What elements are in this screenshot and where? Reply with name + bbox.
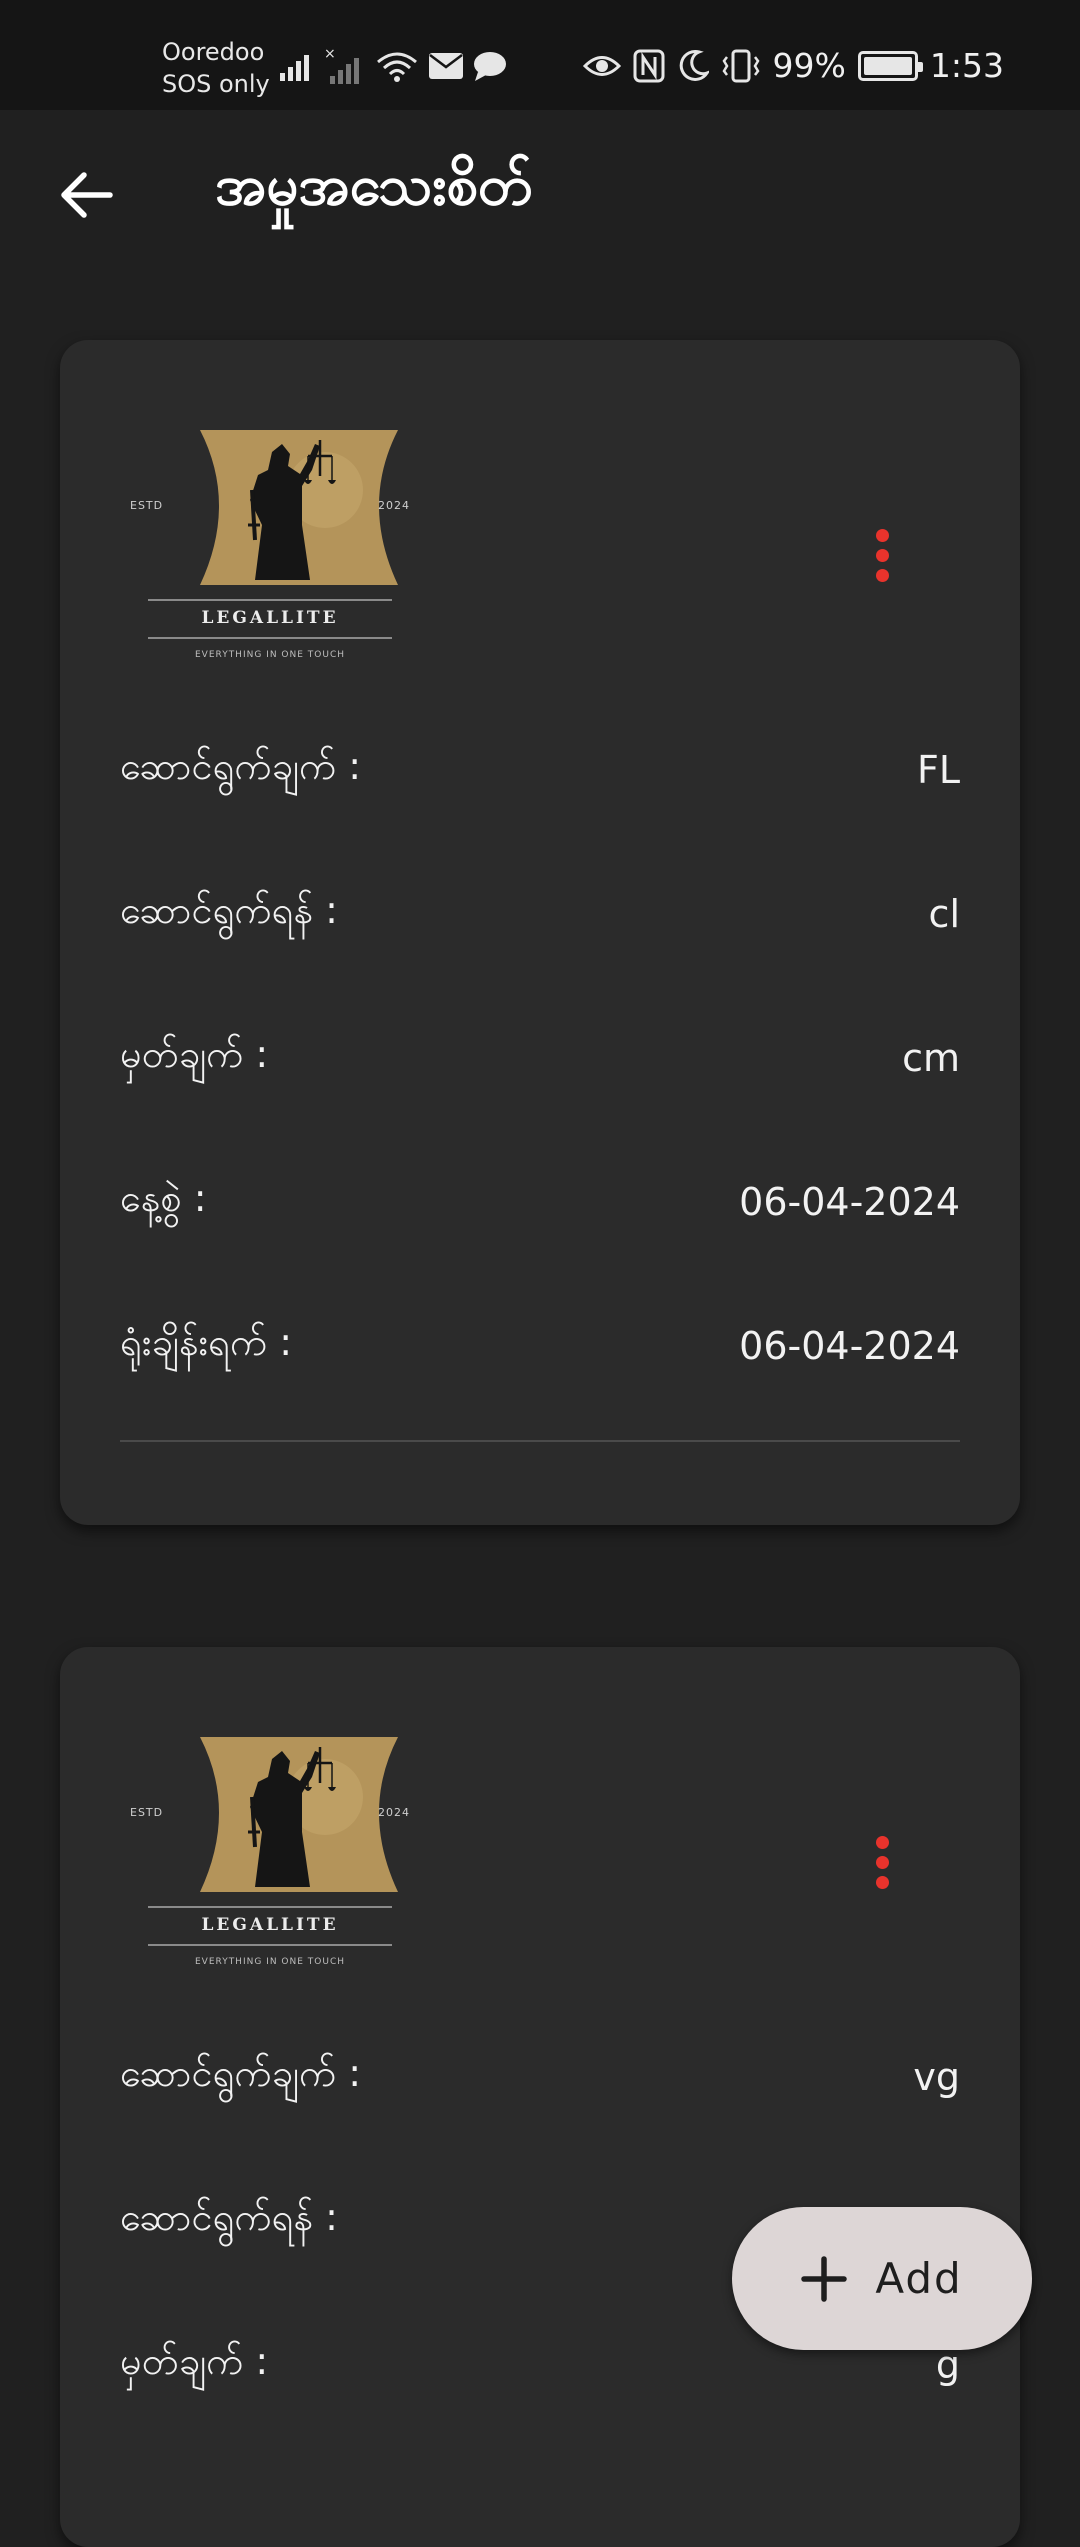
more-vert-icon: [875, 1835, 889, 1849]
svg-text:×: ×: [324, 46, 336, 62]
card-divider: [120, 1440, 960, 1442]
eye-icon: [582, 55, 621, 76]
carrier-info: Ooredoo SOS only: [162, 36, 270, 100]
detail-row-remark: မှတ်ချက် : cm: [120, 1028, 960, 1088]
mail-icon: [429, 53, 463, 79]
signal-icon: [280, 55, 309, 81]
status-icons-left: ×: [278, 46, 508, 86]
battery-percent: 99%: [772, 46, 846, 85]
carrier-name: Ooredoo: [162, 38, 265, 66]
detail-row-date: နေ့စွဲ : 06-04-2024: [120, 1172, 960, 1232]
wifi-icon: [377, 52, 417, 82]
vibrate-icon: [722, 49, 760, 82]
plus-icon: [801, 2255, 848, 2302]
logo-year-label: 2024: [378, 499, 410, 512]
logo-year-label: 2024: [378, 1806, 410, 1819]
add-button-label: Add: [875, 2254, 963, 2303]
logo-estd-label: ESTD: [130, 499, 164, 512]
page-title: အမှုအသေးစိတ်: [215, 153, 533, 218]
row-label: ဆောင်ရွက်ချက် :: [120, 2051, 362, 2095]
more-vert-dot: [875, 548, 889, 562]
row-value: vg: [913, 2055, 960, 2099]
status-bar: Ooredoo SOS only × 99% 1:53: [0, 0, 1080, 110]
clock: 1:53: [929, 46, 1004, 85]
case-detail-card: ESTD 2024 LEGALLITE EVERYTHING IN ONE TO…: [60, 340, 1020, 1525]
add-button[interactable]: Add: [732, 2207, 1032, 2350]
more-vert-dot: [875, 568, 889, 582]
nfc-icon: [633, 49, 665, 82]
row-label: ဆောင်ရွက်ချက် :: [120, 744, 362, 788]
row-value: cm: [902, 1036, 960, 1080]
row-label: ဆောင်ရွက်ရန် :: [120, 2195, 338, 2239]
row-value: FL: [916, 748, 960, 792]
carrier-status: SOS only: [162, 70, 270, 98]
status-icons-right: 99% 1:53: [582, 46, 1004, 85]
message-icon: [474, 52, 506, 81]
detail-row-action-taken: ဆောင်ရွက်ချက် : FL: [120, 740, 960, 800]
logo-estd-label: ESTD: [130, 1806, 164, 1819]
detail-row-court-date: ရုံးချိန်းရက် : 06-04-2024: [120, 1316, 960, 1376]
row-value: 06-04-2024: [739, 1324, 960, 1368]
logo-brand-name: LEGALLITE: [201, 1915, 339, 1935]
more-vert-dot: [875, 1875, 889, 1889]
row-label: မှတ်ချက် :: [120, 1032, 269, 1076]
more-options-button[interactable]: [862, 1827, 902, 1897]
app-bar: အမှုအသေးစိတ်: [0, 110, 1080, 280]
case-detail-card: ESTD 2024 LEGALLITE EVERYTHING IN ONE TO…: [60, 1647, 1020, 2547]
signal-no-service-icon: ×: [324, 46, 359, 84]
detail-row-action-todo: ဆောင်ရွက်ရန် : cl: [120, 884, 960, 944]
lady-justice-logo-image: [148, 430, 398, 639]
lady-justice-logo-image: [148, 1737, 398, 1946]
row-value: cl: [928, 892, 960, 936]
arrow-back-icon: [61, 172, 113, 218]
row-label: ရုံးချိန်းရက် :: [120, 1320, 293, 1364]
row-label: မှတ်ချက် :: [120, 2339, 269, 2383]
detail-row-action-taken: ဆောင်ရွက်ချက် : vg: [120, 2047, 960, 2107]
battery-icon: [857, 50, 923, 81]
row-label: ဆောင်ရွက်ရန် :: [120, 888, 338, 932]
more-options-button[interactable]: [862, 520, 902, 590]
back-button[interactable]: [46, 155, 126, 235]
legallite-logo: ESTD 2024 LEGALLITE EVERYTHING IN ONE TO…: [130, 1737, 410, 1977]
legallite-logo: ESTD 2024 LEGALLITE EVERYTHING IN ONE TO…: [130, 430, 410, 670]
row-value: 06-04-2024: [739, 1180, 960, 1224]
logo-tagline: EVERYTHING IN ONE TOUCH: [194, 1957, 346, 1967]
logo-tagline: EVERYTHING IN ONE TOUCH: [194, 650, 346, 660]
moon-icon: [679, 49, 709, 81]
row-label: နေ့စွဲ :: [120, 1176, 207, 1220]
more-vert-dot: [875, 1855, 889, 1869]
more-vert-icon: [875, 528, 889, 542]
logo-brand-name: LEGALLITE: [201, 608, 339, 628]
